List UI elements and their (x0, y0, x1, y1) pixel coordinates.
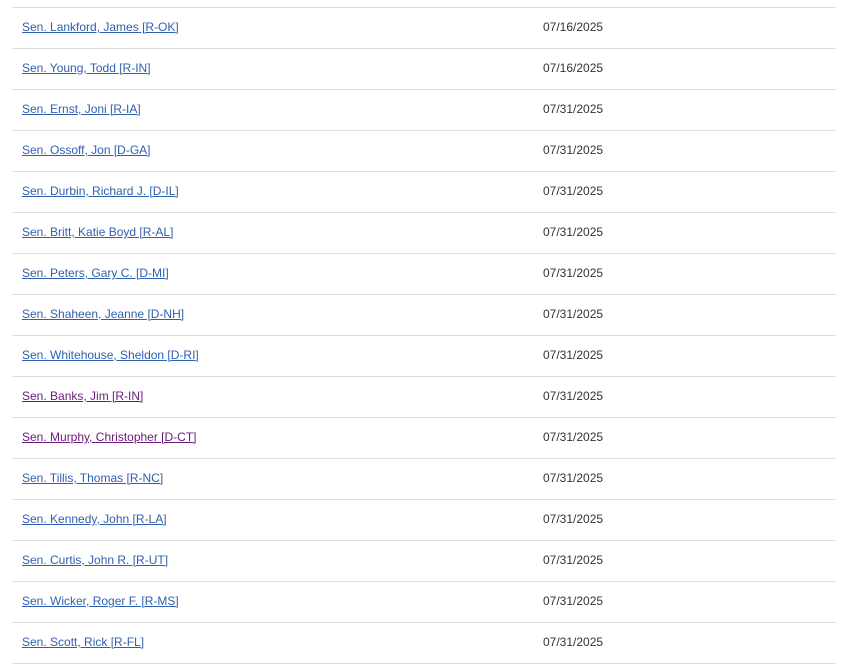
cosponsor-link[interactable]: Sen. Banks, Jim [R-IN] (22, 389, 143, 403)
cosponsor-date: 07/31/2025 (543, 594, 604, 608)
table-row: Sen. Lankford, James [R-OK] 07/16/2025 (12, 8, 836, 49)
cosponsor-link[interactable]: Sen. Lankford, James [R-OK] (22, 20, 179, 34)
cosponsor-date: 07/16/2025 (543, 61, 604, 75)
cosponsor-date: 07/31/2025 (543, 184, 604, 198)
cosponsors-table: Sen. Lankford, James [R-OK] 07/16/2025 Sen… (12, 7, 836, 664)
cosponsor-date: 07/31/2025 (543, 389, 604, 403)
cosponsor-link[interactable]: Sen. Britt, Katie Boyd [R-AL] (22, 225, 173, 239)
cosponsor-date: 07/31/2025 (543, 266, 604, 280)
cosponsor-date: 07/31/2025 (543, 348, 604, 362)
cosponsor-date: 07/31/2025 (543, 102, 604, 116)
table-row: Sen. Ossoff, Jon [D-GA] 07/31/2025 (12, 131, 836, 172)
cosponsor-link[interactable]: Sen. Ernst, Joni [R-IA] (22, 102, 141, 116)
table-row: Sen. Kennedy, John [R-LA] 07/31/2025 (12, 500, 836, 541)
cosponsor-link[interactable]: Sen. Tillis, Thomas [R-NC] (22, 471, 163, 485)
cosponsor-link[interactable]: Sen. Peters, Gary C. [D-MI] (22, 266, 169, 280)
cosponsor-link[interactable]: Sen. Durbin, Richard J. [D-IL] (22, 184, 179, 198)
table-row: Sen. Wicker, Roger F. [R-MS] 07/31/2025 (12, 582, 836, 623)
table-row: Sen. Young, Todd [R-IN] 07/16/2025 (12, 49, 836, 90)
table-row: Sen. Scott, Rick [R-FL] 07/31/2025 (12, 623, 836, 664)
cosponsor-date: 07/31/2025 (543, 430, 604, 444)
cosponsor-link[interactable]: Sen. Wicker, Roger F. [R-MS] (22, 594, 179, 608)
cosponsor-link[interactable]: Sen. Whitehouse, Sheldon [D-RI] (22, 348, 199, 362)
table-row: Sen. Murphy, Christopher [D-CT] 07/31/202… (12, 418, 836, 459)
cosponsor-link[interactable]: Sen. Young, Todd [R-IN] (22, 61, 151, 75)
cosponsor-link[interactable]: Sen. Murphy, Christopher [D-CT] (22, 430, 197, 444)
cosponsor-link[interactable]: Sen. Shaheen, Jeanne [D-NH] (22, 307, 184, 321)
cosponsor-link[interactable]: Sen. Ossoff, Jon [D-GA] (22, 143, 151, 157)
table-row: Sen. Shaheen, Jeanne [D-NH] 07/31/2025 (12, 295, 836, 336)
table-row: Sen. Whitehouse, Sheldon [D-RI] 07/31/202… (12, 336, 836, 377)
cosponsor-date: 07/31/2025 (543, 471, 604, 485)
cosponsor-date: 07/31/2025 (543, 307, 604, 321)
cosponsor-link[interactable]: Sen. Curtis, John R. [R-UT] (22, 553, 168, 567)
cosponsor-date: 07/31/2025 (543, 635, 604, 649)
table-row: Sen. Durbin, Richard J. [D-IL] 07/31/2025 (12, 172, 836, 213)
cosponsor-link[interactable]: Sen. Kennedy, John [R-LA] (22, 512, 167, 526)
cosponsor-link[interactable]: Sen. Scott, Rick [R-FL] (22, 635, 144, 649)
table-row: Sen. Tillis, Thomas [R-NC] 07/31/2025 (12, 459, 836, 500)
table-row: Sen. Britt, Katie Boyd [R-AL] 07/31/2025 (12, 213, 836, 254)
cosponsor-date: 07/31/2025 (543, 225, 604, 239)
cosponsor-date: 07/16/2025 (543, 20, 604, 34)
cosponsor-date: 07/31/2025 (543, 512, 604, 526)
table-row: Sen. Curtis, John R. [R-UT] 07/31/2025 (12, 541, 836, 582)
cosponsor-date: 07/31/2025 (543, 143, 604, 157)
table-row: Sen. Ernst, Joni [R-IA] 07/31/2025 (12, 90, 836, 131)
cosponsor-date: 07/31/2025 (543, 553, 604, 567)
table-row: Sen. Banks, Jim [R-IN] 07/31/2025 (12, 377, 836, 418)
table-row: Sen. Peters, Gary C. [D-MI] 07/31/2025 (12, 254, 836, 295)
